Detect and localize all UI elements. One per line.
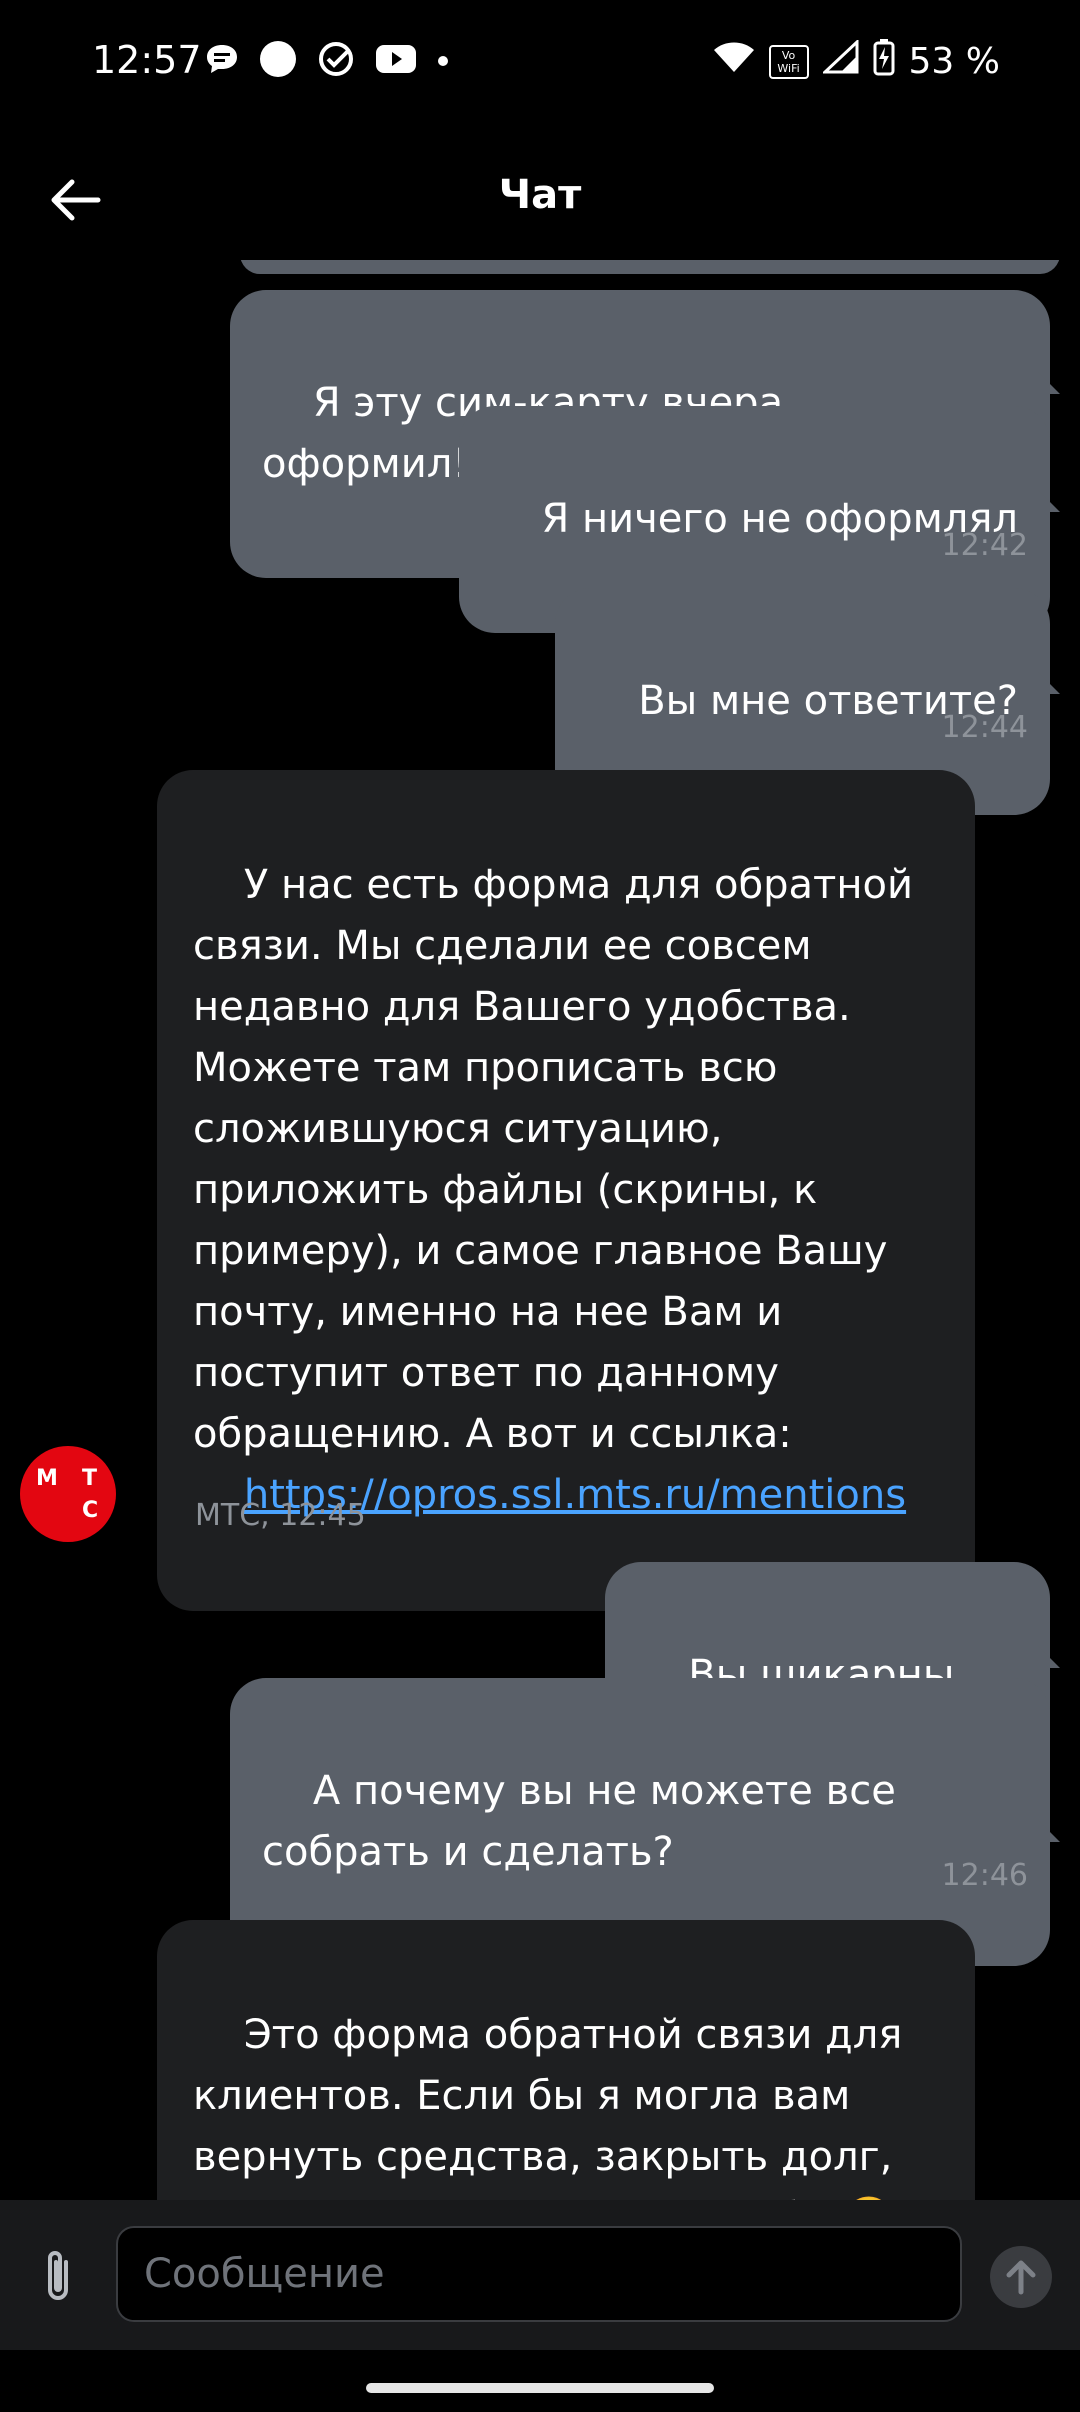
paperclip-icon[interactable] <box>34 2246 84 2306</box>
check-circle-icon <box>317 40 355 82</box>
status-time: 12:57 <box>92 38 202 82</box>
youtube-icon <box>375 43 417 79</box>
system-icons: Vo WiFi 53 % <box>713 38 1000 85</box>
status-bar: 12:57 Vo WiFi 53 % <box>0 0 1080 130</box>
message-input-field[interactable] <box>116 2226 962 2322</box>
message-composer <box>0 2200 1080 2350</box>
page-title: Чат <box>498 172 582 218</box>
message-text: Это форма обратной связи для клиентов. Е… <box>193 2012 903 2200</box>
previous-message-edge <box>240 260 1060 274</box>
vowifi-icon: Vo WiFi <box>768 44 809 79</box>
send-button[interactable] <box>990 2246 1052 2308</box>
signal-icon <box>820 38 859 83</box>
message-text: У нас есть форма для обратной связи. Мы … <box>193 862 926 1457</box>
chat-area[interactable]: Я эту сим-карту вчера оформил!!!! Я ниче… <box>0 260 1080 2200</box>
notification-icons <box>205 40 449 82</box>
timestamp: 12:44 <box>941 710 1028 745</box>
message-text: А почему вы не можете все собрать и сдел… <box>262 1768 909 1875</box>
message-input[interactable] <box>118 2228 960 2320</box>
avatar-letter: Т <box>82 1466 98 1491</box>
chat-header: Чат <box>0 150 1080 250</box>
battery-charging-icon <box>873 38 895 85</box>
home-indicator[interactable] <box>366 2383 714 2393</box>
circle-icon <box>259 40 297 82</box>
dot-icon <box>437 52 449 71</box>
message-incoming[interactable]: Это форма обратной связи для клиентов. Е… <box>157 1920 975 2200</box>
wifi-icon <box>713 40 755 83</box>
battery-percent: 53 % <box>908 41 1000 82</box>
arrow-up-icon <box>1006 2260 1036 2295</box>
message-incoming[interactable]: У нас есть форма для обратной связи. Мы … <box>157 770 975 1611</box>
timestamp: 12:42 <box>941 528 1028 563</box>
avatar: М Т С <box>20 1446 116 1542</box>
timestamp: 12:46 <box>941 1858 1028 1893</box>
chat-bubble-icon <box>205 43 239 79</box>
sender-timestamp: МТС, 12:45 <box>195 1498 366 1533</box>
avatar-letter: М <box>36 1466 58 1491</box>
avatar-letter: С <box>82 1498 99 1523</box>
